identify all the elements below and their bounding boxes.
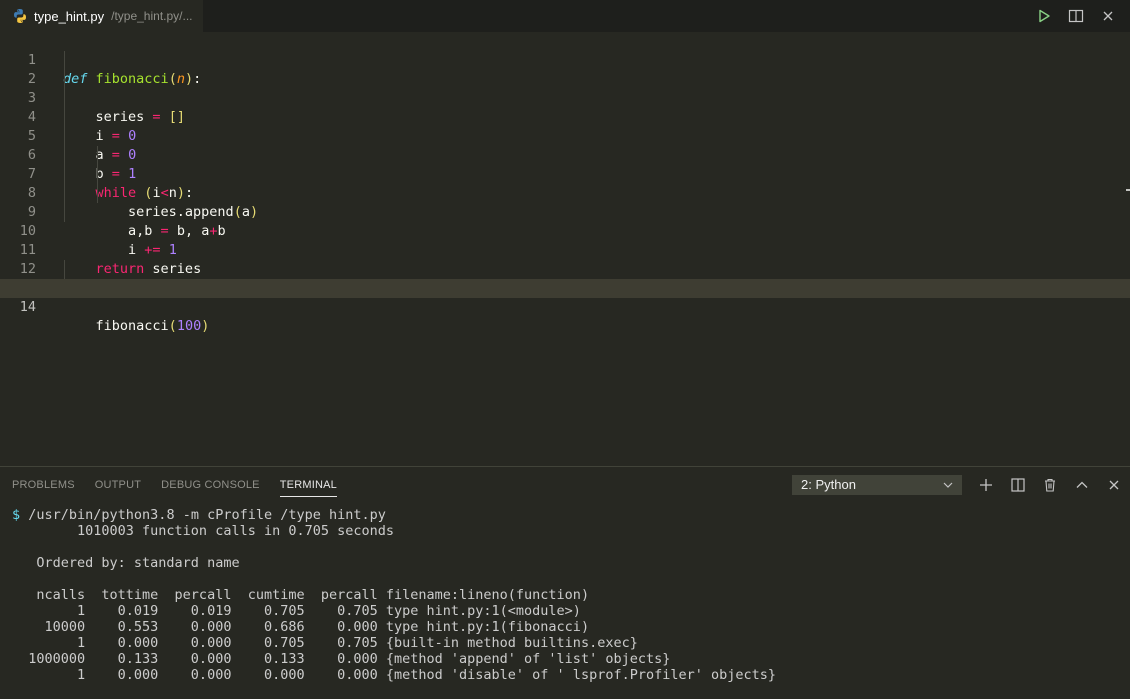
code-line[interactable]: 1 def fibonacci(n): [0,32,1130,87]
prompt-symbol: $ [12,507,21,523]
tab-output[interactable]: OUTPUT [95,467,141,503]
code-text: fibonacci(100) [63,318,210,334]
scrollbar-marker [1126,189,1130,191]
terminal-line: 1 0.000 0.000 0.000 0.000 {method 'disab… [12,667,777,683]
chevron-down-icon [943,475,953,501]
code-line[interactable]: 3 i = 0 [0,70,1130,144]
terminal-line: 1 0.019 0.019 0.705 0.705 type hint.py:1… [12,603,581,619]
terminal-select-value: 2: Python [801,477,856,492]
code-editor[interactable]: 1 def fibonacci(n): 2 series = [] 3 i = … [0,32,1130,466]
trash-icon[interactable] [1034,469,1066,501]
terminal-command-line: $ /usr/bin/python3.8 -m cProfile /type h… [12,507,776,523]
terminal-line: 1000000 0.133 0.000 0.133 0.000 {method … [12,651,671,667]
code-line[interactable]: 7 series.append(a) [0,146,1130,220]
split-terminal-icon[interactable] [1002,469,1034,501]
tab-terminal[interactable]: TERMINAL [279,467,338,503]
terminal-select-dropdown[interactable]: 2: Python [792,475,962,495]
editor-tab[interactable]: type_hint.py /type_hint.py/... [0,0,203,32]
code-line[interactable]: 4 a = 0 [0,89,1130,163]
editor-tab-bar: type_hint.py /type_hint.py/... [0,0,1130,32]
split-editor-icon[interactable] [1060,0,1092,32]
close-icon[interactable] [1092,0,1124,32]
code-line[interactable]: 9 i += 1 [0,184,1130,258]
code-line[interactable]: 10 return series [0,203,1130,277]
terminal-line: 1010003 function calls in 0.705 seconds [12,523,395,539]
tab-path: /type_hint.py/... [111,9,193,23]
code-line[interactable]: 11 [0,222,1130,258]
code-line[interactable]: 6 while (i<n): [0,127,1130,201]
plus-icon[interactable] [970,469,1002,501]
code-line[interactable]: 8 a,b = b, a+b [0,165,1130,239]
terminal-line: Ordered by: standard name [12,555,240,571]
terminal-line: 1 0.000 0.000 0.705 0.705 {built-in meth… [12,635,638,651]
tab-filename: type_hint.py [34,8,105,24]
python-file-icon [12,8,28,24]
close-icon[interactable] [1098,469,1130,501]
chevron-up-icon[interactable] [1066,469,1098,501]
line-number: 14 [19,299,36,315]
code-line[interactable]: 12 for x in range(10000): [0,241,1130,296]
tab-problems[interactable]: PROBLEMS [12,467,75,503]
run-icon[interactable] [1028,0,1060,32]
panel-tabs: PROBLEMS OUTPUT DEBUG CONSOLE TERMINAL [0,467,357,503]
tab-debug-console[interactable]: DEBUG CONSOLE [161,467,260,503]
code-line[interactable]: 13 fibonacci(100) [0,260,1130,334]
terminal-line: ncalls tottime percall cumtime percall f… [12,587,590,603]
terminal-line: 10000 0.553 0.000 0.686 0.000 type hint.… [12,619,590,635]
bottom-panel: PROBLEMS OUTPUT DEBUG CONSOLE TERMINAL 2… [0,466,1130,699]
code-line-current[interactable]: 14 [0,279,1130,315]
code-line[interactable]: 2 series = [] [0,51,1130,125]
terminal-output[interactable]: $ /usr/bin/python3.8 -m cProfile /type h… [12,507,776,683]
code-line[interactable]: 5 b = 1 [0,108,1130,182]
terminal-command: /usr/bin/python3.8 -m cProfile /type hin… [20,507,386,523]
